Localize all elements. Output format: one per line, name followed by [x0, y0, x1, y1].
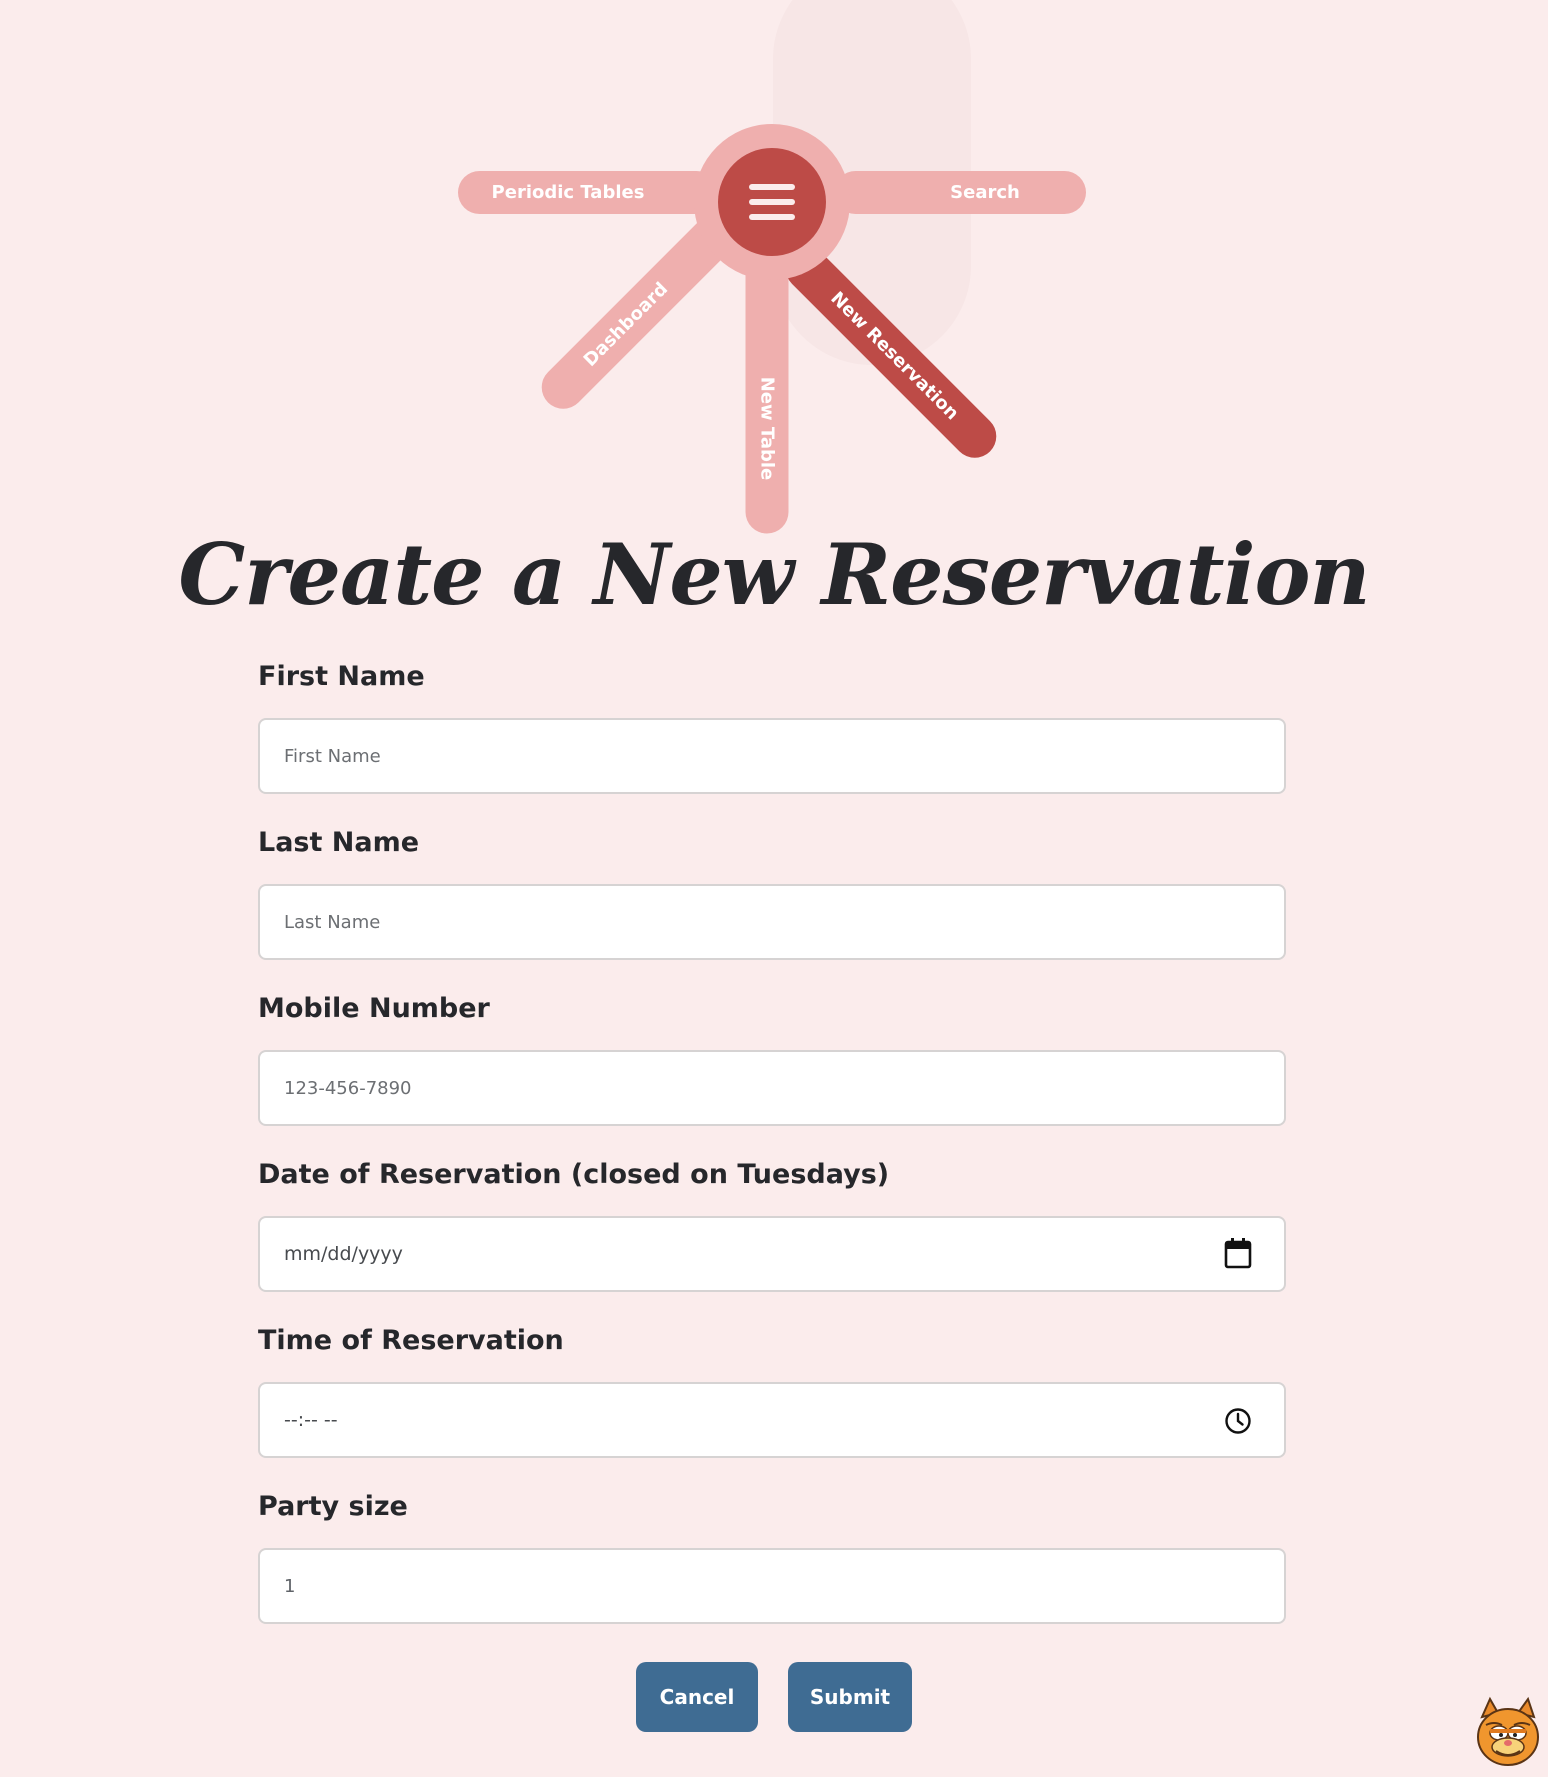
- nav-item-label: Dashboard: [579, 278, 673, 371]
- party-size-wrap: [258, 1548, 1286, 1624]
- mobile-number-wrap: [258, 1050, 1286, 1126]
- mobile-number-input[interactable]: [258, 1050, 1286, 1126]
- reservation-form: First Name Last Name Mobile Number Date …: [258, 660, 1286, 1656]
- page-title: Create a New Reservation: [178, 525, 1370, 624]
- party-size-input[interactable]: [258, 1548, 1286, 1624]
- submit-button[interactable]: Submit: [788, 1662, 912, 1732]
- last-name-label: Last Name: [258, 827, 420, 858]
- nav-item-label: New Table: [756, 376, 778, 481]
- hamburger-icon: [749, 184, 795, 190]
- first-name-input[interactable]: [258, 718, 1286, 794]
- hamburger-icon: [749, 199, 795, 205]
- date-label: Date of Reservation (closed on Tuesdays): [258, 1159, 890, 1190]
- menu-toggle-button[interactable]: [718, 148, 826, 256]
- form-actions: Cancel Submit: [0, 1662, 1548, 1732]
- nav-item-search[interactable]: Search: [834, 171, 1086, 214]
- cancel-button[interactable]: Cancel: [636, 1662, 758, 1732]
- party-size-label: Party size: [258, 1491, 408, 1522]
- date-input[interactable]: mm/dd/yyyy: [258, 1216, 1286, 1292]
- first-name-wrap: [258, 718, 1286, 794]
- calendar-icon[interactable]: [1224, 1236, 1252, 1270]
- time-wrap: --:-- --: [258, 1382, 1286, 1458]
- nav-item-label: Search: [950, 182, 1020, 203]
- date-wrap: mm/dd/yyyy: [258, 1216, 1286, 1292]
- nav-item-label: Periodic Tables: [491, 182, 645, 203]
- mobile-number-label: Mobile Number: [258, 993, 490, 1024]
- clock-icon[interactable]: [1224, 1407, 1252, 1435]
- nav-item-periodic-tables[interactable]: Periodic Tables: [458, 171, 718, 214]
- time-input-value: --:-- --: [284, 1409, 338, 1431]
- time-input[interactable]: --:-- --: [258, 1382, 1286, 1458]
- date-input-value: mm/dd/yyyy: [284, 1243, 403, 1265]
- first-name-label: First Name: [258, 661, 425, 692]
- hamburger-icon: [749, 214, 795, 220]
- last-name-input[interactable]: [258, 884, 1286, 960]
- cartoon-cat-icon: [1477, 1696, 1539, 1766]
- time-label: Time of Reservation: [258, 1325, 564, 1356]
- last-name-wrap: [258, 884, 1286, 960]
